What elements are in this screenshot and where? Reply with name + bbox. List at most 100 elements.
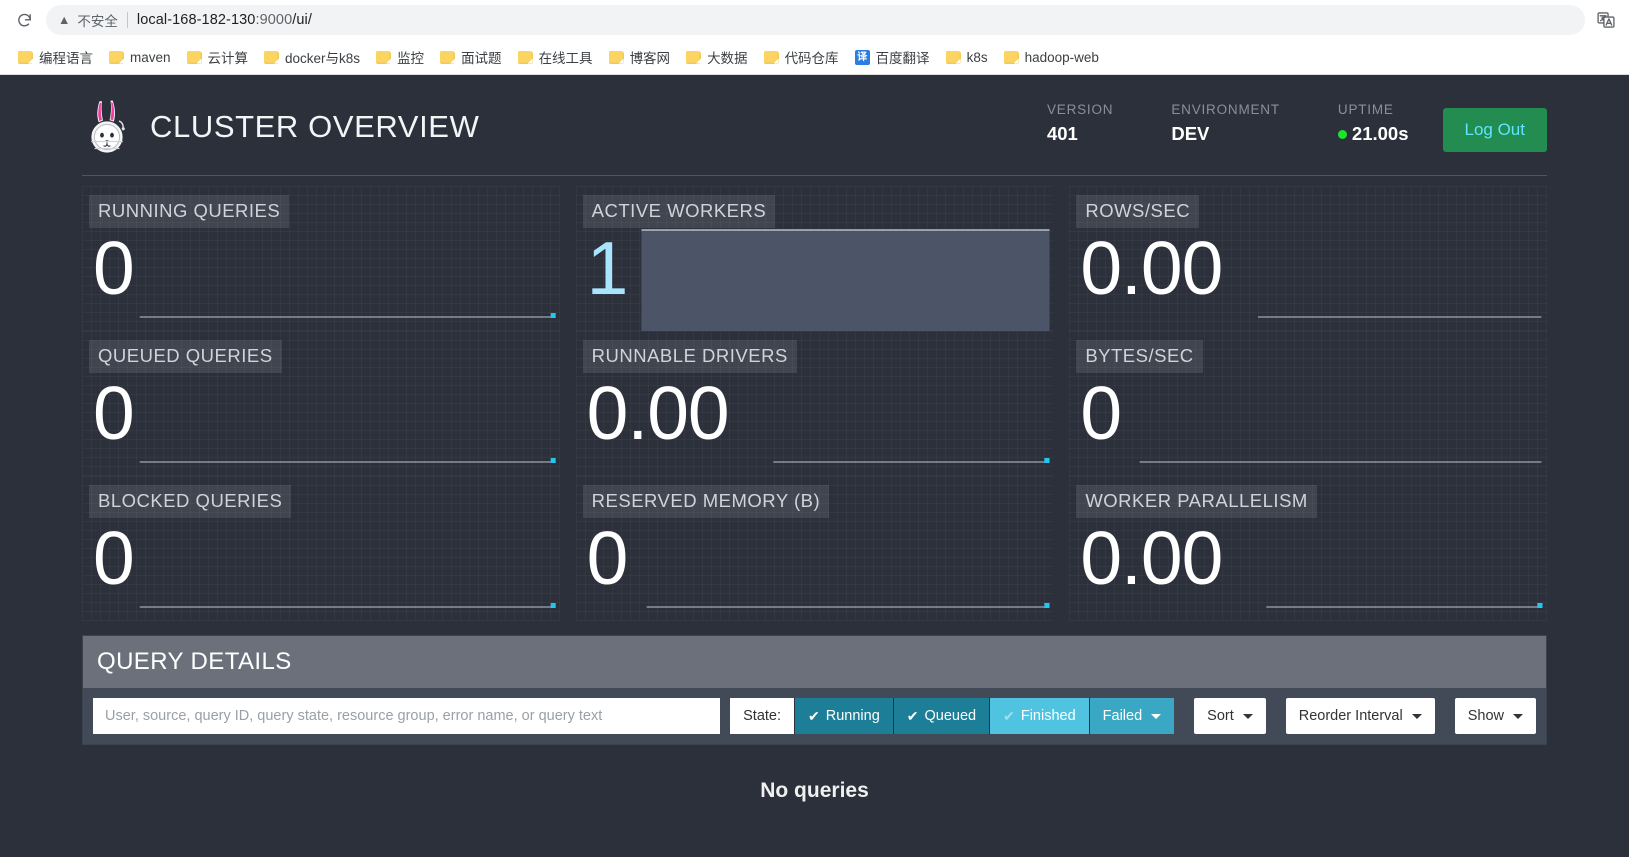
state-filter-queued[interactable]: ✔ Queued — [892, 698, 990, 734]
bookmark-item[interactable]: 译百度翻译 — [847, 43, 938, 71]
query-details-controls: State: ✔ Running ✔ Queued ✔ Finished Fa — [83, 688, 1546, 744]
bookmark-label: hadoop-web — [1024, 49, 1099, 65]
status-dot-icon — [1337, 129, 1347, 139]
bookmark-label: 代码仓库 — [784, 51, 839, 66]
bookmark-item[interactable]: maven — [101, 46, 179, 69]
folder-icon — [440, 50, 456, 64]
stat-tile-blocked-queries: BLOCKED QUERIES 0 — [82, 476, 560, 621]
bookmark-label: k8s — [966, 49, 988, 65]
reorder-interval-dropdown-button[interactable]: Reorder Interval — [1285, 698, 1435, 734]
version-value: 401 — [1046, 123, 1078, 144]
stat-value: 0 — [93, 371, 135, 455]
stat-tile-running-queries: RUNNING QUERIES 0 — [82, 186, 560, 331]
bookmark-item[interactable]: k8s — [938, 46, 996, 69]
bookmarks-bar: 编程语言 maven 云计算 docker与k8s 监控 面试题 在线工具 博客… — [0, 40, 1629, 74]
stat-value: 0 — [586, 516, 629, 600]
translate-icon[interactable] — [1593, 7, 1619, 33]
url-path: /ui/ — [292, 12, 313, 28]
uptime-value: 21.00s — [1351, 123, 1409, 144]
state-filter-finished[interactable]: ✔ Finished — [989, 698, 1089, 734]
stat-label: ROWS/SEC — [1076, 195, 1200, 228]
stat-tile-reserved-memory: RESERVED MEMORY (B) 0 — [575, 476, 1054, 621]
logout-button[interactable]: Log Out — [1442, 108, 1547, 152]
state-filter-running[interactable]: ✔ Running — [794, 698, 893, 734]
show-dropdown-button[interactable]: Show — [1454, 698, 1536, 734]
version-label: VERSION — [1046, 102, 1114, 117]
bookmark-item[interactable]: 在线工具 — [510, 43, 601, 71]
query-details-panel: QUERY DETAILS State: ✔ Running ✔ Queued … — [82, 635, 1547, 745]
environment-label: ENVIRONMENT — [1171, 102, 1280, 117]
bookmark-label: 云计算 — [207, 51, 249, 66]
bookmark-item[interactable]: 编程语言 — [10, 43, 101, 71]
folder-icon — [945, 50, 961, 64]
browser-chrome: ▲ 不安全 local-168-182-130:9000/ui/ 编程语言 ma… — [0, 0, 1629, 75]
stat-tile-worker-parallelism: WORKER PARALLELISM 0.00 — [1069, 476, 1547, 621]
stat-label: RUNNABLE DRIVERS — [582, 340, 797, 373]
omnibar-row: ▲ 不安全 local-168-182-130:9000/ui/ — [0, 0, 1629, 40]
folder-icon — [517, 50, 533, 64]
state-filter-failed[interactable]: Failed — [1088, 698, 1175, 734]
state-filter-queued-label: Queued — [924, 707, 977, 724]
reload-icon[interactable] — [10, 6, 38, 34]
bookmark-item[interactable]: docker与k8s — [256, 43, 368, 71]
stat-label: QUEUED QUERIES — [89, 340, 282, 373]
page-title: CLUSTER OVERVIEW — [150, 109, 480, 144]
environment-stat: ENVIRONMENT DEV — [1171, 102, 1280, 145]
query-details-title: QUERY DETAILS — [83, 636, 1546, 688]
sort-dropdown-button[interactable]: Sort — [1194, 698, 1266, 734]
bookmark-item[interactable]: 云计算 — [179, 43, 257, 71]
stat-value: 0.00 — [1080, 226, 1223, 310]
stat-tile-rows-per-sec: ROWS/SEC 0.00 — [1069, 186, 1547, 331]
state-filter-running-label: Running — [825, 707, 880, 724]
folder-icon — [18, 50, 33, 64]
bookmark-label: 博客网 — [629, 51, 671, 66]
stat-label: RESERVED MEMORY (B) — [582, 485, 830, 518]
bookmark-label: 面试题 — [461, 51, 502, 66]
folder-icon — [186, 50, 202, 64]
chevron-down-icon — [1513, 713, 1523, 719]
bookmark-item[interactable]: 博客网 — [601, 43, 679, 71]
state-filter-finished-label: Finished — [1020, 707, 1076, 724]
chevron-down-icon — [1151, 713, 1162, 719]
app-container: CLUSTER OVERVIEW VERSION 401 ENVIRONMENT… — [82, 75, 1547, 837]
reorder-interval-label: Reorder Interval — [1298, 707, 1403, 724]
query-search-input[interactable] — [93, 698, 721, 734]
chevron-down-icon — [1242, 713, 1253, 719]
stat-value: 0 — [1080, 371, 1122, 455]
address-bar[interactable]: ▲ 不安全 local-168-182-130:9000/ui/ — [46, 5, 1585, 35]
empty-state-message: No queries — [760, 779, 869, 802]
bookmark-label: maven — [130, 49, 171, 65]
bookmark-item[interactable]: hadoop-web — [996, 46, 1107, 69]
stat-label: WORKER PARALLELISM — [1076, 485, 1317, 518]
version-stat: VERSION 401 — [1047, 102, 1113, 145]
bookmark-item[interactable]: 面试题 — [432, 43, 510, 71]
state-filter-group: State: ✔ Running ✔ Queued ✔ Finished Fai… — [730, 698, 1175, 734]
bookmark-item[interactable]: 代码仓库 — [756, 43, 847, 71]
folder-icon — [264, 50, 280, 64]
folder-icon — [1003, 50, 1019, 64]
bookmark-item[interactable]: 大数据 — [678, 43, 756, 71]
uptime-label: UPTIME — [1337, 102, 1394, 117]
url-text: local-168-182-130:9000/ui/ — [137, 12, 312, 28]
sort-label: Sort — [1207, 707, 1234, 724]
stat-label: BYTES/SEC — [1076, 340, 1203, 373]
uptime-stat: UPTIME 21.00s — [1337, 102, 1409, 145]
bookmark-label: 大数据 — [707, 51, 748, 66]
header-right: VERSION 401 ENVIRONMENT DEV UPTIME 21.00… — [1047, 102, 1547, 152]
bookmark-label: docker与k8s — [285, 51, 361, 66]
security-label: 不安全 — [77, 14, 118, 29]
bookmark-label: 编程语言 — [39, 51, 93, 66]
bookmark-label: 在线工具 — [538, 51, 593, 66]
show-label: Show — [1467, 707, 1504, 724]
stat-grid: RUNNING QUERIES 0 ACTIVE WORKERS 1 ROWS/… — [82, 176, 1547, 621]
app-header: CLUSTER OVERVIEW VERSION 401 ENVIRONMENT… — [82, 75, 1547, 176]
warning-triangle-icon: ▲ — [58, 12, 71, 27]
folder-icon — [109, 50, 124, 64]
stat-tile-bytes-per-sec: BYTES/SEC 0 — [1069, 331, 1547, 476]
stat-tile-queued-queries: QUEUED QUERIES 0 — [82, 331, 560, 476]
folder-icon — [763, 50, 779, 64]
check-icon: ✔ — [1003, 708, 1015, 724]
stat-value: 0 — [93, 226, 135, 310]
folder-icon — [686, 50, 702, 64]
bookmark-item[interactable]: 监控 — [368, 43, 432, 71]
